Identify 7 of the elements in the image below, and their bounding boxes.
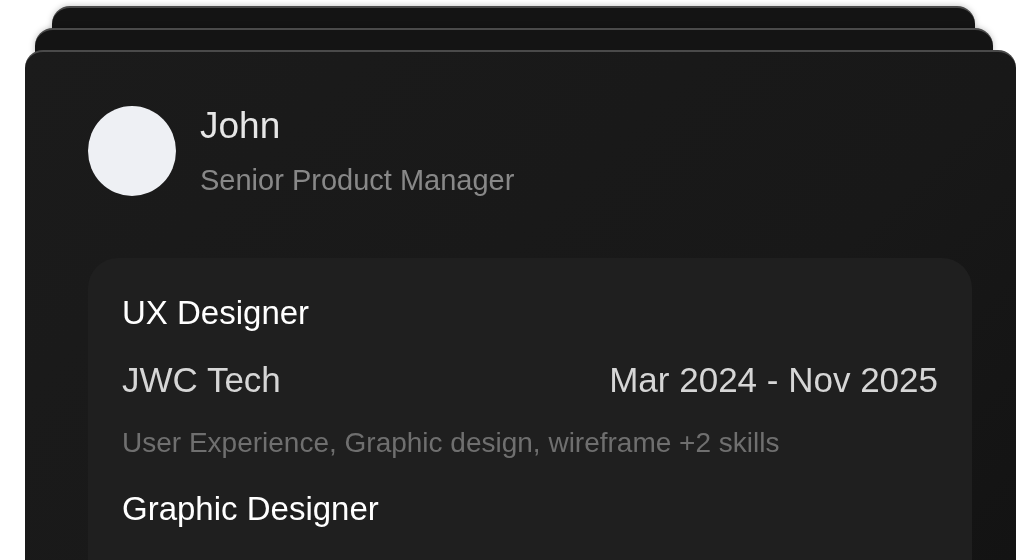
job-role: Graphic Designer — [122, 489, 380, 530]
profile-title: Senior Product Manager — [200, 162, 515, 198]
date-range: Mar 2024 - Nov 2025 — [609, 358, 938, 401]
job-role: UX Designer — [122, 293, 311, 334]
profile-name: John — [200, 106, 282, 147]
skills-text: User Experience, Graphic design, wireframe +2 skills — [122, 426, 781, 461]
company-name: JWC Tech — [122, 358, 281, 401]
